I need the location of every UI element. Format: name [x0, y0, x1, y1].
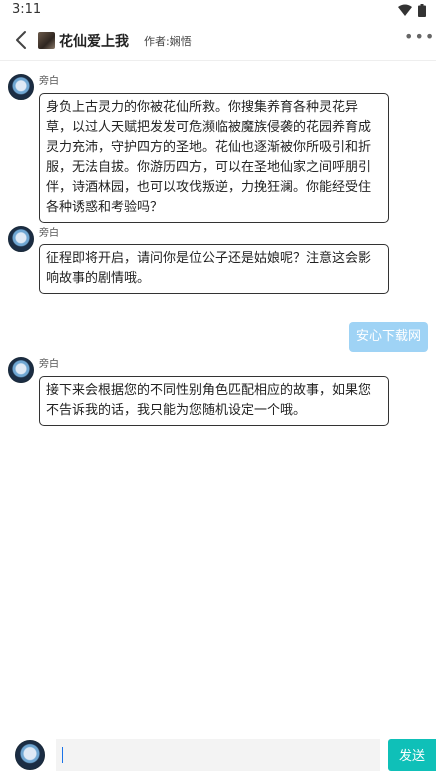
status-time: 3:11	[12, 2, 42, 17]
user-avatar	[15, 740, 45, 770]
header: 花仙爱上我 作者:娴悟 •••	[0, 20, 436, 61]
status-bar: 3:11	[0, 0, 436, 20]
book-author: 作者:娴悟	[144, 35, 192, 48]
battery-icon	[418, 3, 426, 17]
wifi-icon	[398, 4, 412, 16]
send-button[interactable]: 发送	[388, 739, 436, 771]
message-bubble: 征程即将开启，请问你是位公子还是姑娘呢？注意这会影响故事的剧情哦。	[39, 244, 389, 294]
narrator-avatar	[8, 357, 34, 383]
message-bubble: 身负上古灵力的你被花仙所救。你搜集养育各种灵花异草，以过人天赋把发发可危濒临被魔…	[39, 93, 389, 223]
more-options-icon[interactable]: •••	[404, 29, 434, 48]
speaker-name: 旁白	[39, 359, 59, 370]
narrator-avatar	[8, 226, 34, 252]
back-icon[interactable]	[12, 29, 32, 51]
message-bubble: 接下来会根据您的不同性别角色匹配相应的故事，如果您不告诉我的话，我只能为您随机设…	[39, 376, 389, 426]
book-cover-image	[38, 32, 55, 49]
text-caret	[62, 747, 63, 763]
status-icons	[398, 3, 426, 17]
narrator-avatar	[8, 74, 34, 100]
book-title: 花仙爱上我	[59, 34, 129, 50]
speaker-name: 旁白	[39, 76, 59, 87]
message-input[interactable]	[56, 739, 380, 771]
user-message-bubble: 安心下载网	[348, 322, 428, 352]
input-bar: 发送	[0, 736, 436, 776]
speaker-name: 旁白	[39, 228, 59, 239]
